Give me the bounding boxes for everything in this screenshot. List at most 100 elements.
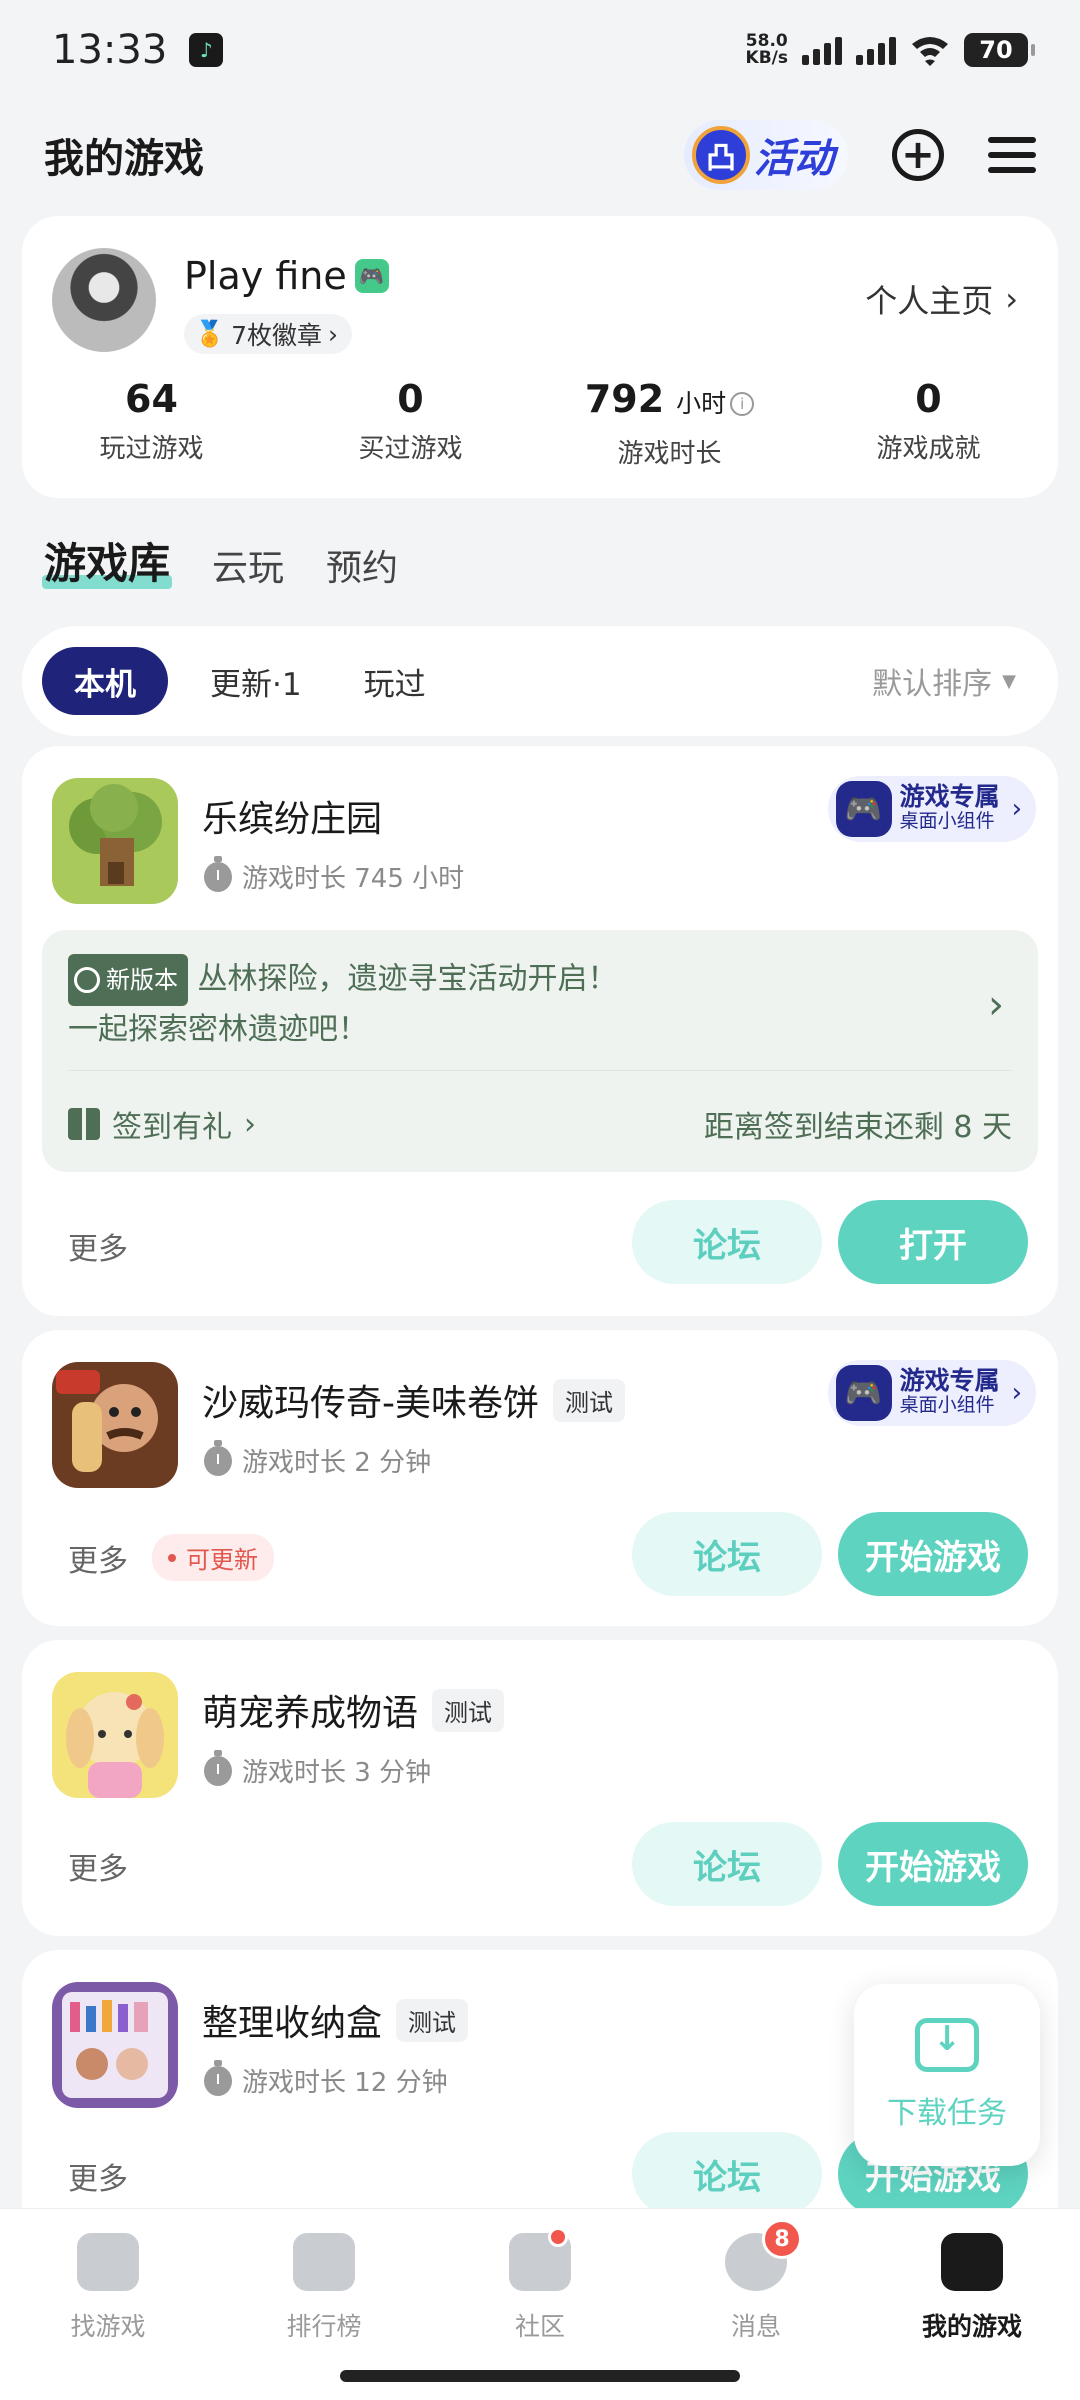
status-indicators: 58.0 KB/s 70 bbox=[745, 31, 1035, 68]
checkin-link[interactable]: 签到有礼 › bbox=[68, 1102, 256, 1146]
download-tasks-button[interactable]: 下载任务 bbox=[854, 1984, 1040, 2166]
leaderboard-icon bbox=[293, 2233, 355, 2291]
more-link[interactable]: 更多 bbox=[68, 1844, 128, 1888]
checkin-remaining: 距离签到结束还剩 8 天 bbox=[703, 1110, 1012, 1145]
activity-button[interactable]: 凸 活动 bbox=[684, 120, 848, 190]
profile-stats: 64 玩过游戏 0 买过游戏 792 小时 i 游戏时长 0 游戏成就 bbox=[22, 376, 1058, 470]
library-tabs: 游戏库 云玩 预约 bbox=[41, 530, 398, 591]
filter-updates[interactable]: 更新·1 bbox=[190, 647, 322, 715]
tab-library[interactable]: 游戏库 bbox=[41, 530, 173, 591]
playtime: 游戏时长 12 分钟 bbox=[204, 2059, 448, 2099]
activity-label: 活动 bbox=[754, 136, 834, 182]
playtime: 游戏时长 2 分钟 bbox=[204, 1439, 431, 1479]
forum-button[interactable]: 论坛 bbox=[632, 1822, 822, 1906]
game-title: 萌宠养成物语 测试 bbox=[202, 1684, 505, 1736]
chevron-right-icon: › bbox=[1011, 1378, 1022, 1408]
game-icon-tree[interactable] bbox=[52, 778, 178, 904]
medal-icon: 🏅 bbox=[194, 319, 226, 348]
game-icon-shawarma[interactable] bbox=[52, 1362, 178, 1488]
header-actions: 凸 活动 + bbox=[684, 120, 1036, 190]
filter-played[interactable]: 玩过 bbox=[344, 647, 446, 715]
profile-card: Play fine 🎮 🏅 7枚徽章 › 个人主页 › 64 玩过游戏 0 买过… bbox=[22, 216, 1058, 498]
sort-dropdown[interactable]: 默认排序 ▼ bbox=[872, 659, 1038, 703]
notification-dot bbox=[548, 2227, 568, 2247]
gift-icon bbox=[68, 1108, 100, 1140]
signal-icon bbox=[802, 35, 842, 65]
info-icon[interactable]: i bbox=[730, 392, 755, 416]
game-card[interactable]: 乐缤纷庄园 游戏时长 745 小时 🎮 游戏专属 桌面小组件 › 新版本 丛林探险… bbox=[22, 746, 1058, 1316]
game-card[interactable]: 沙威玛传奇-美味卷饼 测试 游戏时长 2 分钟 🎮 游戏专属 桌面小组件 › 更多 … bbox=[22, 1330, 1058, 1626]
playtime: 游戏时长 3 分钟 bbox=[204, 1749, 431, 1789]
home-indicator[interactable] bbox=[340, 2370, 740, 2382]
nav-find-game[interactable]: 找游戏 bbox=[0, 2209, 216, 2400]
forum-button[interactable]: 论坛 bbox=[632, 2132, 822, 2216]
widget-gamepad-icon: 🎮 bbox=[835, 1365, 892, 1421]
caret-down-icon: ▼ bbox=[1002, 670, 1016, 692]
nav-my-games[interactable]: 我的游戏 bbox=[864, 2209, 1080, 2400]
new-version-tag: 新版本 bbox=[68, 954, 188, 1006]
avatar[interactable] bbox=[52, 248, 156, 352]
refresh-icon bbox=[74, 967, 100, 993]
stopwatch-icon bbox=[204, 1439, 232, 1476]
chevron-right-icon: › bbox=[1005, 280, 1018, 318]
download-icon bbox=[915, 2018, 979, 2072]
forum-button[interactable]: 论坛 bbox=[632, 1512, 822, 1596]
update-badge: 可更新 bbox=[152, 1534, 274, 1581]
battery-icon: 70 bbox=[964, 33, 1035, 67]
network-speed: 58.0 KB/s bbox=[745, 31, 788, 68]
stopwatch-icon bbox=[204, 1749, 232, 1786]
stat-achievements[interactable]: 0 游戏成就 bbox=[799, 376, 1058, 470]
stopwatch-icon bbox=[204, 2059, 232, 2096]
status-time: 13:33 bbox=[52, 27, 168, 73]
message-count-badge: 8 bbox=[762, 2219, 802, 2259]
game-icon-pet[interactable] bbox=[52, 1672, 178, 1798]
chevron-right-icon: › bbox=[328, 319, 339, 349]
menu-icon[interactable] bbox=[988, 137, 1036, 173]
game-title: 整理收纳盒 测试 bbox=[202, 1994, 469, 2046]
wifi-icon bbox=[912, 37, 948, 66]
add-icon[interactable]: + bbox=[892, 129, 944, 181]
gamepad-badge-icon: 🎮 bbox=[354, 259, 389, 293]
tab-cloud[interactable]: 云玩 bbox=[212, 539, 284, 591]
test-tag: 测试 bbox=[396, 1998, 469, 2042]
desktop-widget-button[interactable]: 🎮 游戏专属 桌面小组件 › bbox=[827, 776, 1036, 842]
more-link[interactable]: 更多 bbox=[68, 1224, 128, 1268]
forum-button[interactable]: 论坛 bbox=[632, 1200, 822, 1284]
divider bbox=[68, 1070, 1012, 1071]
game-icon-storage[interactable] bbox=[52, 1982, 178, 2108]
test-tag: 测试 bbox=[553, 1378, 625, 1422]
test-tag: 测试 bbox=[432, 1688, 505, 1732]
stat-purchased[interactable]: 0 买过游戏 bbox=[281, 376, 540, 470]
game-card[interactable]: 萌宠养成物语 测试 游戏时长 3 分钟 更多 论坛 开始游戏 bbox=[22, 1640, 1058, 1936]
more-link[interactable]: 更多 可更新 bbox=[68, 1534, 274, 1581]
my-games-icon bbox=[941, 2233, 1003, 2291]
stopwatch-icon bbox=[204, 855, 232, 892]
status-bar: 13:33 ♪ 58.0 KB/s 70 bbox=[0, 0, 1080, 100]
profile-name: Play fine 🎮 bbox=[184, 254, 389, 298]
desktop-widget-button[interactable]: 🎮 游戏专属 桌面小组件 › bbox=[827, 1360, 1036, 1426]
start-game-button[interactable]: 开始游戏 bbox=[838, 1822, 1028, 1906]
widget-gamepad-icon: 🎮 bbox=[835, 781, 892, 837]
filter-bar: 本机 更新·1 玩过 默认排序 ▼ bbox=[22, 626, 1058, 736]
medal-chip[interactable]: 🏅 7枚徽章 › bbox=[184, 314, 353, 354]
tab-reservation[interactable]: 预约 bbox=[326, 539, 398, 591]
page-title: 我的游戏 bbox=[44, 136, 204, 182]
chevron-right-icon: › bbox=[988, 982, 1004, 1028]
open-button[interactable]: 打开 bbox=[838, 1200, 1028, 1284]
filter-local[interactable]: 本机 bbox=[42, 647, 168, 715]
find-game-icon bbox=[77, 2233, 139, 2291]
stat-played[interactable]: 64 玩过游戏 bbox=[22, 376, 281, 470]
homepage-link[interactable]: 个人主页 › bbox=[865, 276, 1018, 322]
app-header: 我的游戏 凸 活动 + bbox=[0, 110, 1080, 200]
signal-icon-2 bbox=[856, 35, 896, 65]
promo-text: 新版本 丛林探险，遗迹寻宝活动开启！ 一起探索密林遗迹吧！ bbox=[68, 954, 948, 1054]
promo-box[interactable]: 新版本 丛林探险，遗迹寻宝活动开启！ 一起探索密林遗迹吧！ › 签到有礼 › 距离… bbox=[42, 930, 1038, 1172]
stat-playtime[interactable]: 792 小时 i 游戏时长 bbox=[540, 376, 799, 470]
game-title: 乐缤纷庄园 bbox=[202, 799, 383, 840]
start-game-button[interactable]: 开始游戏 bbox=[838, 1512, 1028, 1596]
more-link[interactable]: 更多 bbox=[68, 2154, 128, 2198]
chevron-right-icon: › bbox=[244, 1106, 256, 1142]
playtime: 游戏时长 745 小时 bbox=[204, 855, 464, 895]
game-title: 沙威玛传奇-美味卷饼 测试 bbox=[202, 1374, 625, 1426]
activity-icon: 凸 bbox=[692, 126, 750, 184]
